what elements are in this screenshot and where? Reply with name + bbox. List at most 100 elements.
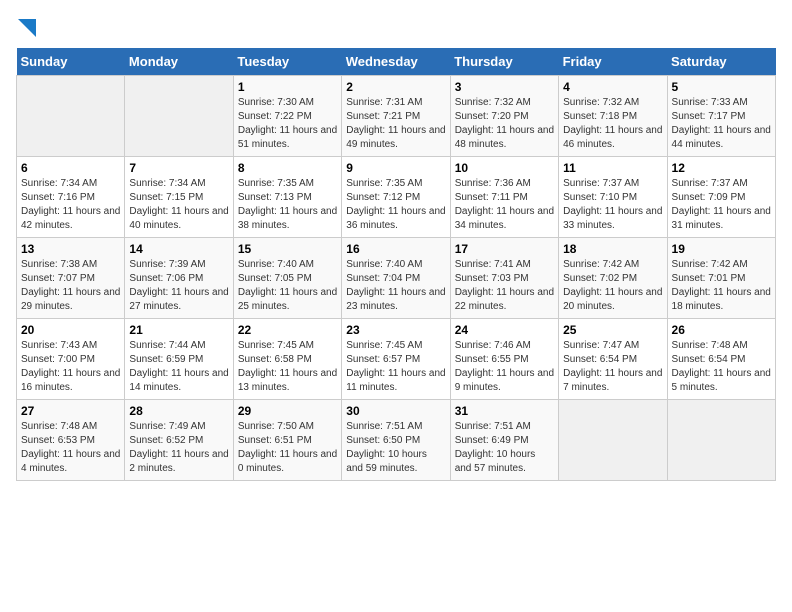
day-cell: 5 Sunrise: 7:33 AMSunset: 7:17 PMDaylight…: [667, 76, 775, 157]
day-cell: 4Sunrise: 7:32 AMSunset: 7:18 PMDaylight…: [559, 76, 667, 157]
day-info: Sunrise: 7:38 AMSunset: 7:07 PMDaylight:…: [21, 258, 120, 314]
header: [16, 16, 776, 38]
day-number: 13: [21, 242, 120, 256]
day-number: 17: [455, 242, 554, 256]
week-row-2: 6 Sunrise: 7:34 AMSunset: 7:16 PMDaylight…: [17, 157, 776, 238]
day-number: 26: [672, 323, 771, 337]
day-cell: 17 Sunrise: 7:41 AMSunset: 7:03 PMDayligh…: [450, 238, 558, 319]
day-number: 20: [21, 323, 120, 337]
day-info: Sunrise: 7:35 AMSunset: 7:12 PMDaylight:…: [346, 177, 445, 233]
day-cell: 3 Sunrise: 7:32 AMSunset: 7:20 PMDaylight…: [450, 76, 558, 157]
day-number: 30: [346, 404, 445, 418]
day-info: Sunrise: 7:45 AMSunset: 6:57 PMDaylight:…: [346, 339, 445, 395]
day-info: Sunrise: 7:45 AMSunset: 6:58 PMDaylight:…: [238, 339, 337, 395]
logo: [16, 16, 36, 38]
day-number: 6: [21, 161, 120, 175]
day-cell: 1 Sunrise: 7:30 AMSunset: 7:22 PMDaylight…: [233, 76, 341, 157]
day-number: 23: [346, 323, 445, 337]
day-number: 31: [455, 404, 554, 418]
day-cell: [559, 400, 667, 481]
day-info: Sunrise: 7:36 AMSunset: 7:11 PMDaylight:…: [455, 177, 554, 233]
day-cell: 2Sunrise: 7:31 AMSunset: 7:21 PMDaylight…: [342, 76, 450, 157]
day-number: 19: [672, 242, 771, 256]
column-header-friday: Friday: [559, 48, 667, 76]
week-row-3: 13 Sunrise: 7:38 AMSunset: 7:07 PMDayligh…: [17, 238, 776, 319]
day-number: 9: [346, 161, 445, 175]
day-number: 28: [129, 404, 228, 418]
day-number: 22: [238, 323, 337, 337]
day-cell: 16 Sunrise: 7:40 AMSunset: 7:04 PMDayligh…: [342, 238, 450, 319]
day-info: Sunrise: 7:37 AMSunset: 7:09 PMDaylight:…: [672, 177, 771, 233]
day-number: 3: [455, 80, 554, 94]
day-number: 24: [455, 323, 554, 337]
day-cell: 14 Sunrise: 7:39 AMSunset: 7:06 PMDayligh…: [125, 238, 233, 319]
day-info: Sunrise: 7:42 AMSunset: 7:01 PMDaylight:…: [672, 258, 771, 314]
day-cell: 13 Sunrise: 7:38 AMSunset: 7:07 PMDayligh…: [17, 238, 125, 319]
day-info: Sunrise: 7:33 AMSunset: 7:17 PMDaylight:…: [672, 96, 771, 152]
week-row-4: 20 Sunrise: 7:43 AMSunset: 7:00 PMDayligh…: [17, 319, 776, 400]
day-number: 18: [563, 242, 662, 256]
column-header-thursday: Thursday: [450, 48, 558, 76]
column-header-tuesday: Tuesday: [233, 48, 341, 76]
day-info: Sunrise: 7:48 AMSunset: 6:54 PMDaylight:…: [672, 339, 771, 395]
day-info: Sunrise: 7:41 AMSunset: 7:03 PMDaylight:…: [455, 258, 554, 314]
day-number: 1: [238, 80, 337, 94]
day-cell: 8Sunrise: 7:35 AMSunset: 7:13 PMDaylight…: [233, 157, 341, 238]
day-cell: 20 Sunrise: 7:43 AMSunset: 7:00 PMDayligh…: [17, 319, 125, 400]
day-info: Sunrise: 7:37 AMSunset: 7:10 PMDaylight:…: [563, 177, 662, 233]
day-cell: 11 Sunrise: 7:37 AMSunset: 7:10 PMDayligh…: [559, 157, 667, 238]
calendar-header-row: SundayMondayTuesdayWednesdayThursdayFrid…: [17, 48, 776, 76]
day-info: Sunrise: 7:35 AMSunset: 7:13 PMDaylight:…: [238, 177, 337, 233]
day-info: Sunrise: 7:51 AMSunset: 6:49 PMDaylight:…: [455, 420, 554, 476]
logo-icon: [18, 19, 36, 37]
day-info: Sunrise: 7:32 AMSunset: 7:20 PMDaylight:…: [455, 96, 554, 152]
day-cell: 12Sunrise: 7:37 AMSunset: 7:09 PMDayligh…: [667, 157, 775, 238]
day-info: Sunrise: 7:48 AMSunset: 6:53 PMDaylight:…: [21, 420, 120, 476]
day-cell: 22 Sunrise: 7:45 AMSunset: 6:58 PMDayligh…: [233, 319, 341, 400]
day-cell: [667, 400, 775, 481]
day-info: Sunrise: 7:51 AMSunset: 6:50 PMDaylight:…: [346, 420, 445, 476]
calendar-table: SundayMondayTuesdayWednesdayThursdayFrid…: [16, 48, 776, 481]
day-cell: 21 Sunrise: 7:44 AMSunset: 6:59 PMDayligh…: [125, 319, 233, 400]
day-cell: 18 Sunrise: 7:42 AMSunset: 7:02 PMDayligh…: [559, 238, 667, 319]
day-cell: 26 Sunrise: 7:48 AMSunset: 6:54 PMDayligh…: [667, 319, 775, 400]
day-number: 2: [346, 80, 445, 94]
day-number: 29: [238, 404, 337, 418]
day-info: Sunrise: 7:40 AMSunset: 7:04 PMDaylight:…: [346, 258, 445, 314]
column-header-sunday: Sunday: [17, 48, 125, 76]
day-cell: [125, 76, 233, 157]
day-cell: 19 Sunrise: 7:42 AMSunset: 7:01 PMDayligh…: [667, 238, 775, 319]
day-number: 5: [672, 80, 771, 94]
day-cell: 23 Sunrise: 7:45 AMSunset: 6:57 PMDayligh…: [342, 319, 450, 400]
day-cell: 29Sunrise: 7:50 AMSunset: 6:51 PMDayligh…: [233, 400, 341, 481]
day-cell: [17, 76, 125, 157]
day-number: 25: [563, 323, 662, 337]
day-number: 11: [563, 161, 662, 175]
day-cell: 7Sunrise: 7:34 AMSunset: 7:15 PMDaylight…: [125, 157, 233, 238]
day-cell: 6 Sunrise: 7:34 AMSunset: 7:16 PMDaylight…: [17, 157, 125, 238]
day-cell: 31 Sunrise: 7:51 AMSunset: 6:49 PMDayligh…: [450, 400, 558, 481]
week-row-1: 1 Sunrise: 7:30 AMSunset: 7:22 PMDaylight…: [17, 76, 776, 157]
day-number: 14: [129, 242, 228, 256]
day-info: Sunrise: 7:47 AMSunset: 6:54 PMDaylight:…: [563, 339, 662, 395]
day-number: 15: [238, 242, 337, 256]
day-number: 16: [346, 242, 445, 256]
day-info: Sunrise: 7:49 AMSunset: 6:52 PMDaylight:…: [129, 420, 228, 476]
day-info: Sunrise: 7:30 AMSunset: 7:22 PMDaylight:…: [238, 96, 337, 152]
day-cell: 28 Sunrise: 7:49 AMSunset: 6:52 PMDayligh…: [125, 400, 233, 481]
week-row-5: 27 Sunrise: 7:48 AMSunset: 6:53 PMDayligh…: [17, 400, 776, 481]
day-info: Sunrise: 7:42 AMSunset: 7:02 PMDaylight:…: [563, 258, 662, 314]
column-header-monday: Monday: [125, 48, 233, 76]
day-number: 21: [129, 323, 228, 337]
day-info: Sunrise: 7:34 AMSunset: 7:16 PMDaylight:…: [21, 177, 120, 233]
day-cell: 15Sunrise: 7:40 AMSunset: 7:05 PMDayligh…: [233, 238, 341, 319]
day-cell: 24Sunrise: 7:46 AMSunset: 6:55 PMDayligh…: [450, 319, 558, 400]
day-info: Sunrise: 7:44 AMSunset: 6:59 PMDaylight:…: [129, 339, 228, 395]
column-header-wednesday: Wednesday: [342, 48, 450, 76]
day-info: Sunrise: 7:39 AMSunset: 7:06 PMDaylight:…: [129, 258, 228, 314]
day-number: 27: [21, 404, 120, 418]
column-header-saturday: Saturday: [667, 48, 775, 76]
day-number: 10: [455, 161, 554, 175]
day-info: Sunrise: 7:43 AMSunset: 7:00 PMDaylight:…: [21, 339, 120, 395]
day-info: Sunrise: 7:34 AMSunset: 7:15 PMDaylight:…: [129, 177, 228, 233]
